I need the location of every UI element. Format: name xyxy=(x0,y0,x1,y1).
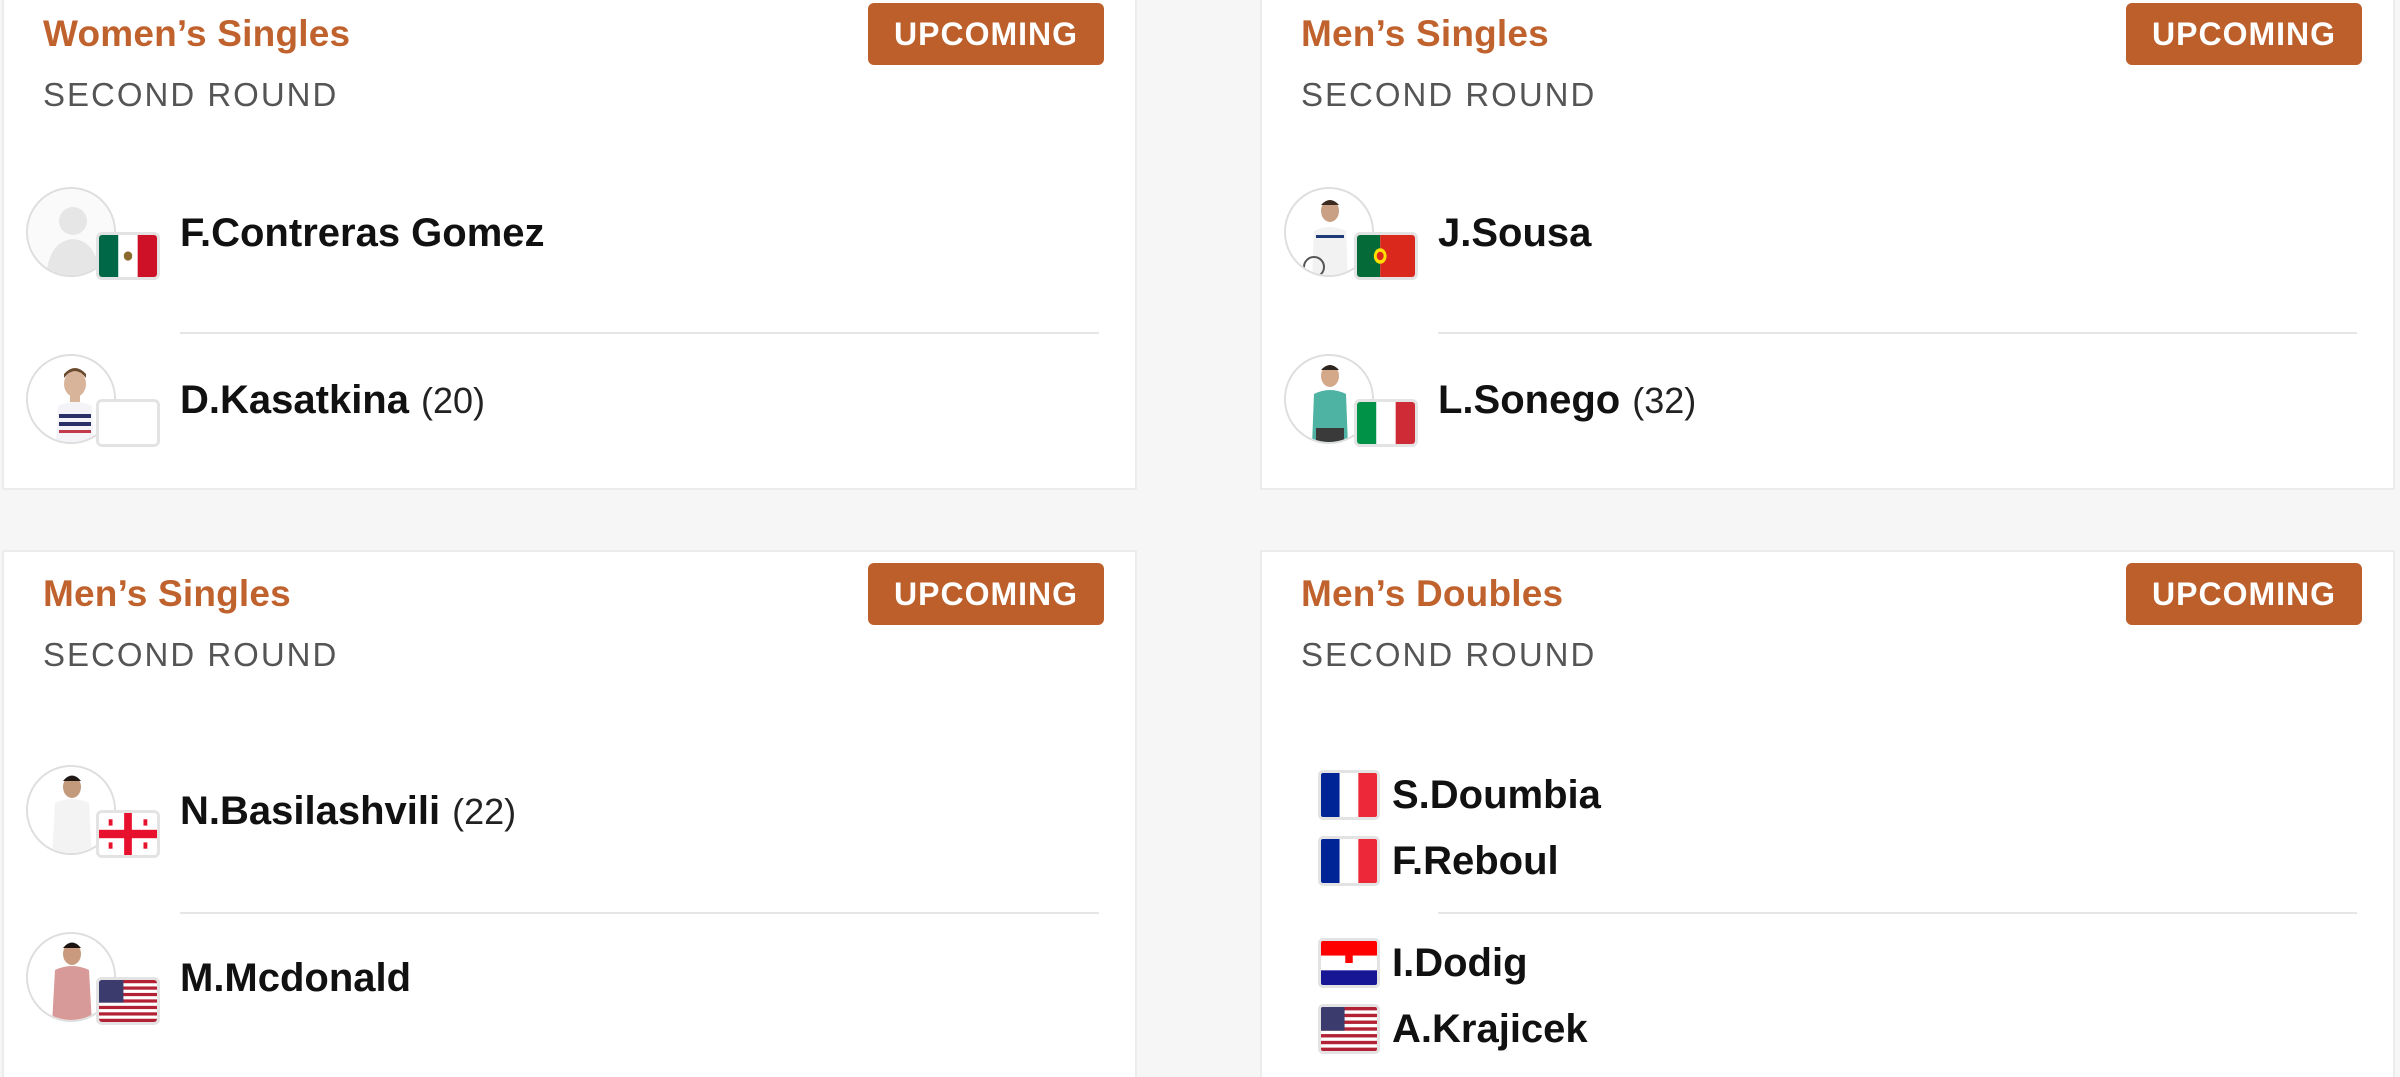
divider xyxy=(180,332,1099,334)
player-row[interactable]: J.Sousa xyxy=(1262,187,2393,287)
doubles-player-row[interactable]: F.Reboul xyxy=(1318,832,2218,892)
match-card-header: Men’s Doubles SECOND ROUND UPCOMING xyxy=(1299,563,2362,690)
round-label: SECOND ROUND xyxy=(43,76,339,113)
usa-flag-icon xyxy=(1318,1004,1380,1054)
match-card-header: Men’s Singles SECOND ROUND UPCOMING xyxy=(1299,3,2362,130)
match-card[interactable]: Men’s Doubles SECOND ROUND UPCOMING S.Do… xyxy=(1260,550,2395,1077)
player-name[interactable]: M.Mcdonald xyxy=(180,952,423,1005)
round-label: SECOND ROUND xyxy=(1301,76,1597,113)
blank-flag-icon xyxy=(96,399,160,447)
croatia-flag-icon xyxy=(1318,938,1380,988)
player-name[interactable]: A.Krajicek xyxy=(1392,1000,1588,1058)
status-badge: UPCOMING xyxy=(2126,3,2362,65)
italy-flag-icon xyxy=(1354,399,1418,447)
player-row[interactable]: N.Basilashvili (22) xyxy=(4,765,1135,865)
round-label: SECOND ROUND xyxy=(1301,636,1597,673)
player-name[interactable]: D.Kasatkina (20) xyxy=(180,374,485,427)
status-badge: UPCOMING xyxy=(2126,563,2362,625)
player-seed: (20) xyxy=(420,380,486,421)
doubles-player-row[interactable]: A.Krajicek xyxy=(1318,1000,2218,1060)
match-card[interactable]: Women’s Singles SECOND ROUND UPCOMING F.… xyxy=(2,0,1137,490)
usa-flag-icon xyxy=(96,977,160,1025)
portugal-flag-icon xyxy=(1354,232,1418,280)
divider xyxy=(1438,332,2357,334)
player-row[interactable]: M.Mcdonald xyxy=(4,932,1135,1032)
divider xyxy=(1438,912,2357,914)
player-row[interactable]: F.Contreras Gomez xyxy=(4,187,1135,287)
mexico-flag-icon xyxy=(96,232,160,280)
player-name[interactable]: N.Basilashvili (22) xyxy=(180,785,516,838)
player-seed: (32) xyxy=(1632,380,1697,421)
match-card[interactable]: Men’s Singles SECOND ROUND UPCOMING xyxy=(1260,0,2395,490)
round-label: SECOND ROUND xyxy=(43,636,339,673)
match-card-header: Women’s Singles SECOND ROUND UPCOMING xyxy=(41,3,1104,130)
doubles-player-row[interactable]: I.Dodig xyxy=(1318,934,2218,994)
divider xyxy=(180,912,1099,914)
event-title: Men’s Doubles xyxy=(1301,573,1564,614)
match-card-header: Men’s Singles SECOND ROUND UPCOMING xyxy=(41,563,1104,690)
event-title: Women’s Singles xyxy=(43,13,351,54)
player-name[interactable]: I.Dodig xyxy=(1392,934,1528,992)
player-name[interactable]: J.Sousa xyxy=(1438,207,1603,260)
player-seed: (22) xyxy=(452,791,517,832)
player-row[interactable]: D.Kasatkina (20) xyxy=(4,354,1135,454)
player-name[interactable]: F.Contreras Gomez xyxy=(180,207,557,260)
player-name[interactable]: L.Sonego (32) xyxy=(1438,374,1696,427)
georgia-flag-icon xyxy=(96,810,160,858)
status-badge: UPCOMING xyxy=(868,563,1104,625)
doubles-player-row[interactable]: S.Doumbia xyxy=(1318,766,2218,826)
event-title: Men’s Singles xyxy=(1301,13,1549,54)
player-row[interactable]: L.Sonego (32) xyxy=(1262,354,2393,454)
france-flag-icon xyxy=(1318,770,1380,820)
event-title: Men’s Singles xyxy=(43,573,291,614)
match-card[interactable]: Men’s Singles SECOND ROUND UPCOMING xyxy=(2,550,1137,1077)
status-badge: UPCOMING xyxy=(868,3,1104,65)
player-name[interactable]: F.Reboul xyxy=(1392,832,1559,890)
france-flag-icon xyxy=(1318,836,1380,886)
player-name[interactable]: S.Doumbia xyxy=(1392,766,1601,824)
